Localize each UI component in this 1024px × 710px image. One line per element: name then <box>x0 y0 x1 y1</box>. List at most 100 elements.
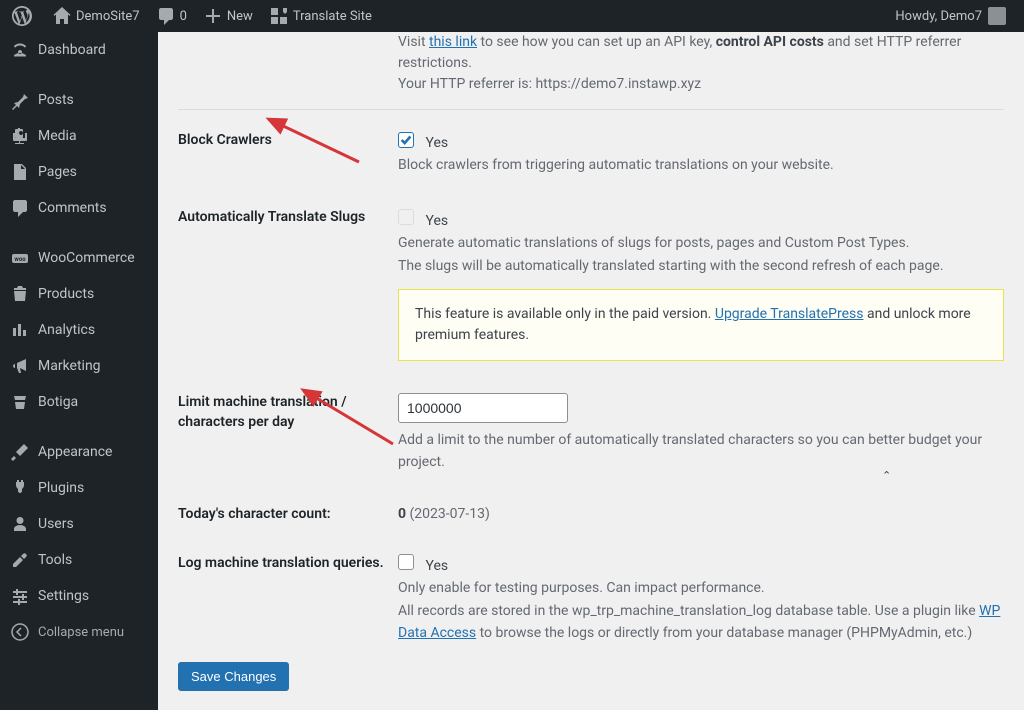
media-icon <box>10 126 30 146</box>
desc-block-crawlers: Block crawlers from triggering automatic… <box>398 154 1004 176</box>
sidebar-item-users[interactable]: Users <box>0 506 158 542</box>
row-limit: Limit machine translation / characters p… <box>178 379 1004 492</box>
sidebar-item-label: Users <box>38 516 74 532</box>
checkbox-label: Yes <box>425 213 448 229</box>
translate-label: Translate Site <box>293 9 372 24</box>
row-auto-slugs: Automatically Translate Slugs Yes Genera… <box>178 195 1004 379</box>
howdy-text: Howdy, Demo7 <box>895 9 982 24</box>
sidebar-item-settings[interactable]: Settings <box>0 578 158 614</box>
label-auto-slugs: Automatically Translate Slugs <box>178 209 398 225</box>
sidebar-item-pages[interactable]: Pages <box>0 154 158 190</box>
sidebar-item-appearance[interactable]: Appearance <box>0 434 158 470</box>
sidebar-item-label: Botiga <box>38 394 78 410</box>
menu-separator <box>0 68 158 82</box>
site-name-label: DemoSite7 <box>76 9 140 24</box>
sidebar-item-label: Appearance <box>38 444 112 460</box>
label-limit: Limit machine translation / characters p… <box>178 393 398 432</box>
sidebar-item-comments[interactable]: Comments <box>0 190 158 226</box>
admin-bar: DemoSite7 0 New Translate Site Howdy, De… <box>0 0 1024 32</box>
user-icon <box>10 514 30 534</box>
sidebar-item-label: Settings <box>38 588 89 604</box>
sidebar-item-botiga[interactable]: Botiga <box>0 384 158 420</box>
page-icon <box>10 162 30 182</box>
comments-icon <box>10 198 30 218</box>
plug-icon <box>10 478 30 498</box>
new-content[interactable]: New <box>195 0 261 32</box>
sidebar-item-label: Posts <box>38 92 74 108</box>
footer: Thank you for creating with WordPress. V… <box>178 691 1004 710</box>
collapse-icon <box>10 622 30 642</box>
comments-link[interactable]: 0 <box>148 0 195 32</box>
desc-auto-slugs-1: Generate automatic translations of slugs… <box>398 232 1004 254</box>
today-value: 0 <box>398 506 406 522</box>
top-description: Visit this link to see how you can set u… <box>178 32 1004 95</box>
sidebar-item-woocommerce[interactable]: woo WooCommerce <box>0 240 158 276</box>
admin-bar-right: Howdy, Demo7 <box>887 0 1014 32</box>
admin-bar-left: DemoSite7 0 New Translate Site <box>4 0 380 32</box>
sidebar-item-plugins[interactable]: Plugins <box>0 470 158 506</box>
label-log: Log machine translation queries. <box>178 554 398 574</box>
new-label: New <box>227 9 253 24</box>
checkbox-auto-slugs <box>398 209 414 225</box>
collapse-label: Collapse menu <box>38 625 124 640</box>
site-name[interactable]: DemoSite7 <box>44 0 148 32</box>
sidebar-item-label: Products <box>38 286 94 302</box>
my-account[interactable]: Howdy, Demo7 <box>887 0 1014 32</box>
desc-log-2: All records are stored in the wp_trp_mac… <box>398 600 1004 645</box>
sidebar-item-label: Comments <box>38 200 107 216</box>
sidebar-item-label: Marketing <box>38 358 101 374</box>
svg-text:woo: woo <box>14 256 26 263</box>
woo-icon: woo <box>10 248 30 268</box>
sidebar-item-tools[interactable]: Tools <box>0 542 158 578</box>
sidebar-item-label: Analytics <box>38 322 95 338</box>
botiga-icon <box>10 392 30 412</box>
save-button[interactable]: Save Changes <box>178 662 289 691</box>
caret-mark: ⌃ <box>882 469 891 482</box>
upgrade-link[interactable]: Upgrade TranslatePress <box>715 306 864 322</box>
wrench-icon <box>10 550 30 570</box>
brush-icon <box>10 442 30 462</box>
admin-menu: Dashboard Posts Media Pages Comments woo… <box>0 32 158 710</box>
comments-count: 0 <box>180 9 187 24</box>
menu-separator <box>0 226 158 240</box>
sidebar-item-label: WooCommerce <box>38 250 135 266</box>
products-icon <box>10 284 30 304</box>
input-limit[interactable] <box>398 393 568 423</box>
plus-icon <box>203 6 223 26</box>
sidebar-item-posts[interactable]: Posts <box>0 82 158 118</box>
label-block-crawlers: Block Crawlers <box>178 132 398 148</box>
desc-auto-slugs-2: The slugs will be automatically translat… <box>398 255 1004 277</box>
avatar <box>988 7 1006 25</box>
menu-separator <box>0 420 158 434</box>
sidebar-item-marketing[interactable]: Marketing <box>0 348 158 384</box>
row-block-crawlers: Block Crawlers Yes Block crawlers from t… <box>178 109 1004 195</box>
sidebar-item-media[interactable]: Media <box>0 118 158 154</box>
sidebar-item-dashboard[interactable]: Dashboard <box>0 32 158 68</box>
this-link[interactable]: this link <box>429 34 477 50</box>
sidebar-item-label: Media <box>38 128 77 144</box>
sidebar-item-products[interactable]: Products <box>0 276 158 312</box>
checkbox-block-crawlers[interactable] <box>398 132 414 148</box>
sidebar-item-label: Pages <box>38 164 77 180</box>
desc-limit: Add a limit to the number of automatical… <box>398 429 1004 474</box>
home-icon <box>52 6 72 26</box>
sidebar-item-label: Plugins <box>38 480 84 496</box>
checkbox-log[interactable] <box>398 554 414 570</box>
checkbox-label: Yes <box>425 558 448 574</box>
collapse-menu[interactable]: Collapse menu <box>0 614 158 650</box>
translate-site[interactable]: Translate Site <box>261 0 380 32</box>
wp-logo[interactable] <box>4 0 44 32</box>
wordpress-icon <box>12 6 32 26</box>
dashboard-icon <box>10 40 30 60</box>
sidebar-item-label: Dashboard <box>38 42 106 58</box>
analytics-icon <box>10 320 30 340</box>
sidebar-item-analytics[interactable]: Analytics <box>0 312 158 348</box>
label-today: Today's character count: <box>178 506 398 522</box>
checkbox-label: Yes <box>425 135 448 151</box>
desc-log-1: Only enable for testing purposes. Can im… <box>398 577 1004 599</box>
comment-icon <box>156 6 176 26</box>
upgrade-notice: This feature is available only in the pa… <box>398 289 1004 361</box>
sliders-icon <box>10 586 30 606</box>
sidebar-item-label: Tools <box>38 552 72 568</box>
content-area: Visit this link to see how you can set u… <box>158 32 1024 710</box>
